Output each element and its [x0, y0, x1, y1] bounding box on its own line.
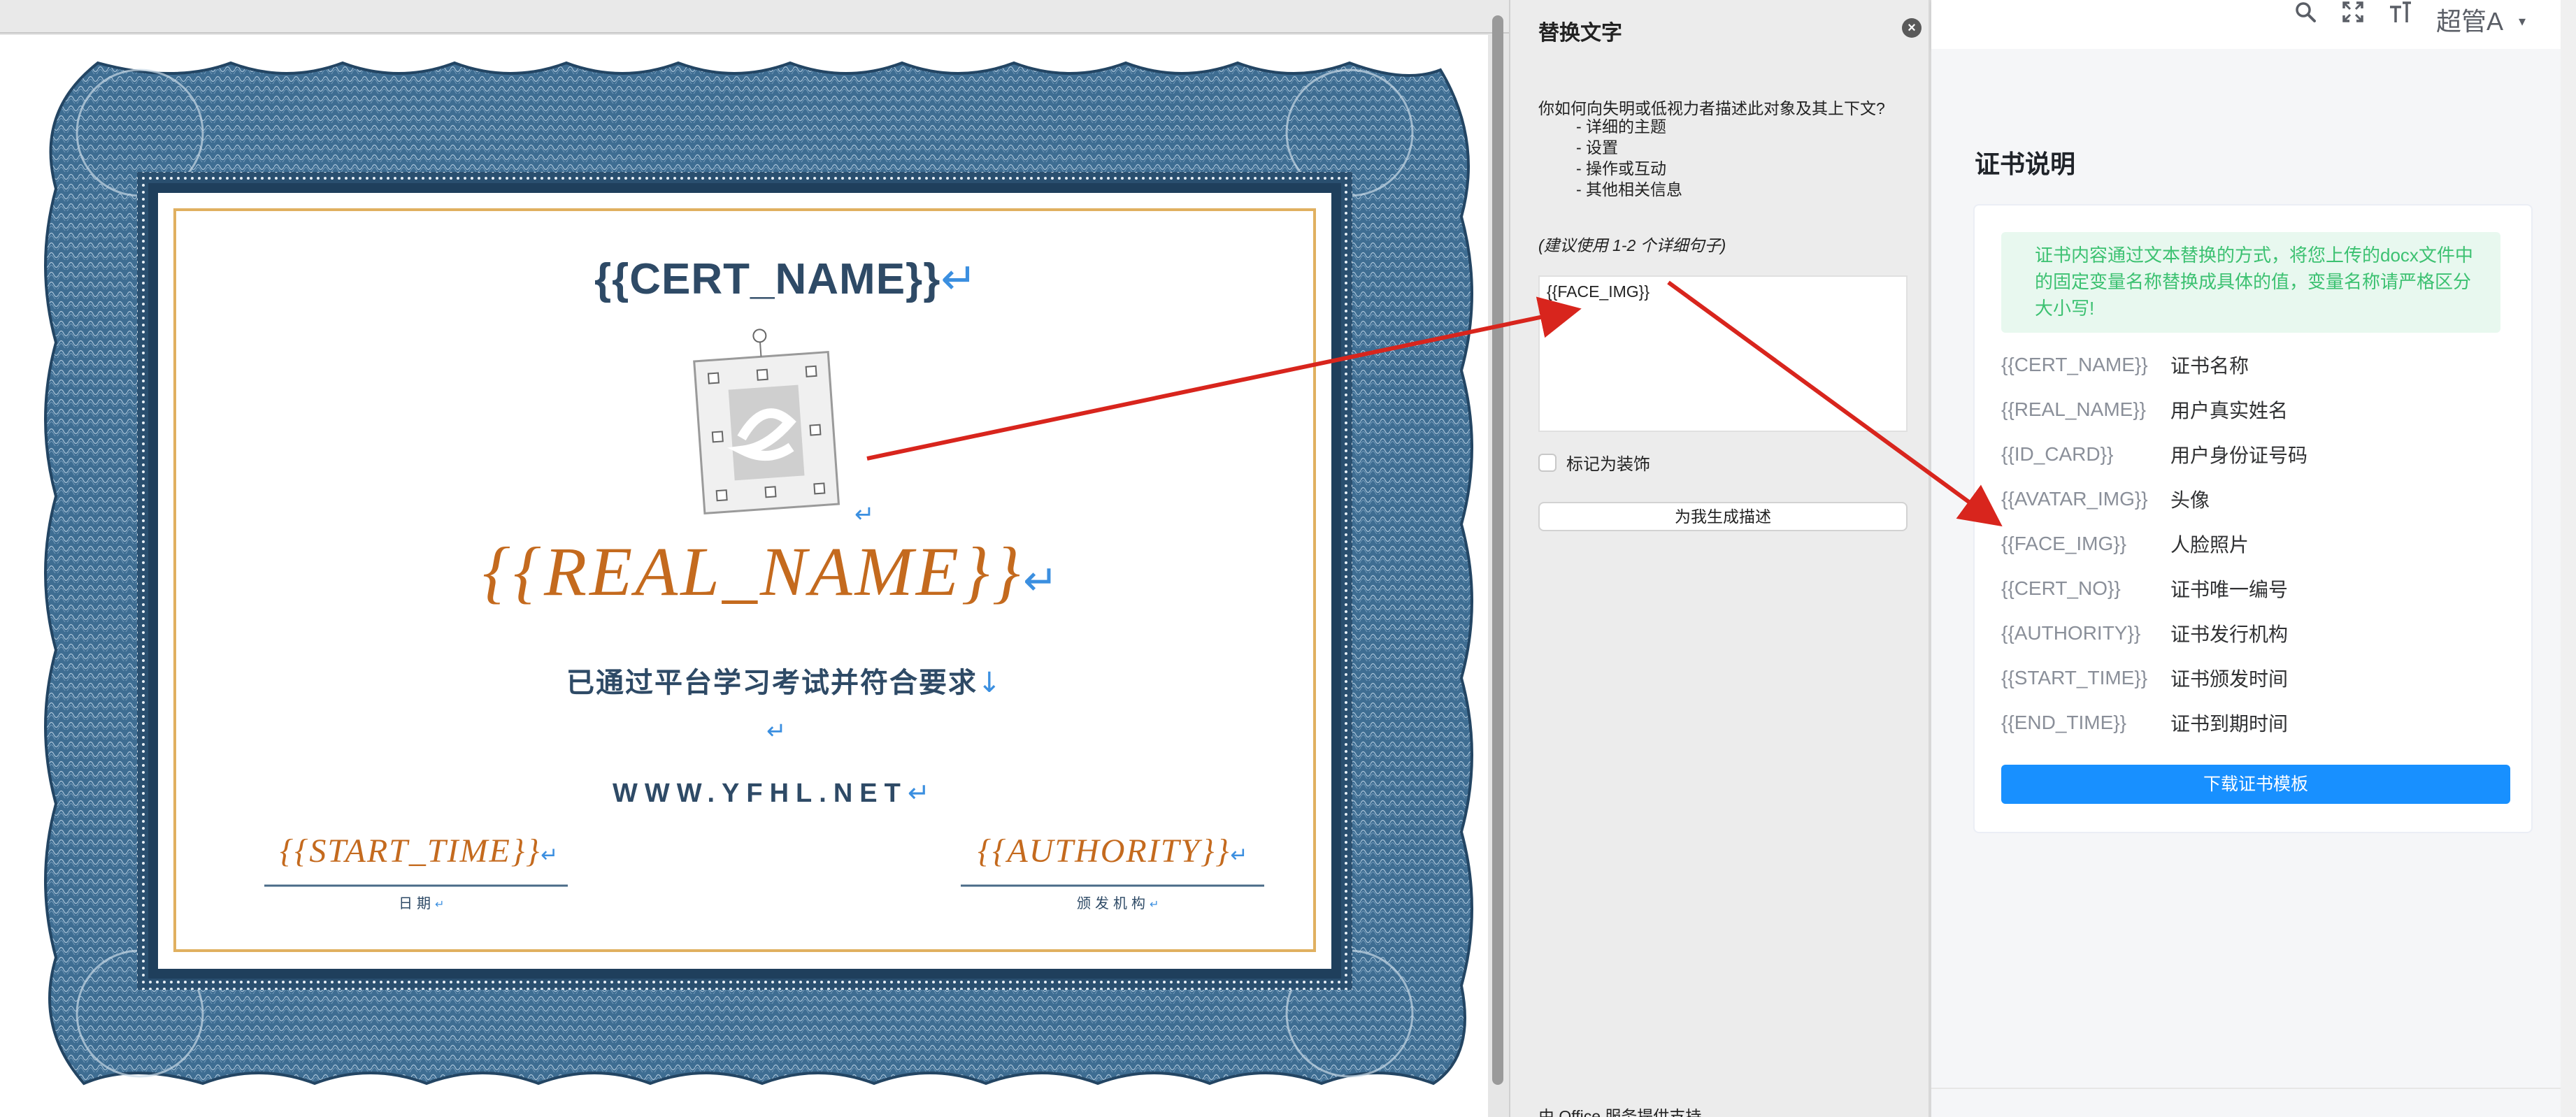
variable-row: {{END_TIME}} 证书到期时间: [2001, 700, 2307, 745]
admin-app: 超管A ▾ 证书说明 证书内容通过文本替换的方式，将您上传的docx文件中的固定…: [1931, 0, 2576, 1117]
variable-description: 用户身份证号码: [2170, 445, 2308, 466]
variable-name: {{AUTHORITY}}: [2001, 622, 2141, 644]
chevron-down-icon[interactable]: ▾: [2519, 13, 2526, 30]
certificate-title: {{CERT_NAME}}↵: [594, 253, 978, 304]
paragraph-mark: ↵: [1230, 843, 1250, 867]
alt-text-pane-title: 替换文字: [1538, 22, 1622, 45]
alt-text-guidance-list: - 详细的主题 - 设置 - 操作或互动 - 其他相关信息: [1576, 116, 1682, 200]
variable-row: {{CERT_NO}} 证书唯一编号: [2001, 566, 2307, 611]
mark-decorative-label[interactable]: 标记为装饰: [1566, 450, 1650, 475]
guidance-item: - 其他相关信息: [1576, 180, 1683, 199]
variable-name: {{FACE_IMG}}: [2001, 533, 2126, 554]
tags-bar: [1931, 49, 2576, 85]
variable-name: {{REAL_NAME}}: [2001, 398, 2147, 420]
app-header: 超管A ▾: [1931, 0, 2576, 49]
variable-name: {{ID_CARD}}: [2001, 443, 2114, 465]
variable-name: {{AVATAR_IMG}}: [2001, 488, 2148, 510]
variable-row: {{START_TIME}} 证书颁发时间: [2001, 656, 2307, 700]
guidance-item: - 详细的主题: [1576, 117, 1667, 136]
variable-name: {{START_TIME}}: [2001, 667, 2148, 689]
mark-decorative-checkbox[interactable]: [1538, 453, 1557, 472]
certificate-description: 已通过平台学习考试并符合要求↓: [566, 667, 1003, 699]
variable-name: {{CERT_NO}}: [2001, 577, 2121, 599]
app-footer-divider: [1931, 1088, 2576, 1089]
variable-description: 用户真实姓名: [2170, 400, 2289, 421]
variable-description: 人脸照片: [2170, 534, 2249, 556]
cert-info-card: 证书内容通过文本替换的方式，将您上传的docx文件中的固定变量名称替换成具体的值…: [1973, 204, 2533, 833]
authority-label: 颁发机构↵: [1077, 896, 1164, 911]
alt-text-footer: 由 Office 服务提供支持: [1538, 1107, 1702, 1117]
section-title: 证书说明: [1975, 150, 2076, 178]
variable-row: {{AVATAR_IMG}} 头像: [2001, 477, 2307, 521]
paragraph-mark: ↵: [1150, 898, 1164, 911]
alt-text-question: 你如何向失明或低视力者描述此对象及其上下文?: [1538, 99, 1885, 117]
variable-description: 证书颁发时间: [2170, 668, 2289, 690]
paragraph-mark: ↵: [1023, 556, 1061, 605]
certificate-website: WWW.YFHL.NET↵: [613, 777, 930, 808]
document-area: {{CERT_NAME}}↵ ↵ {{REAL_NAME}}↵ 已通过平台学习考…: [0, 0, 1509, 1117]
variable-row: {{ID_CARD}} 用户身份证号码: [2001, 432, 2307, 477]
paragraph-mark: ↵: [435, 898, 449, 911]
font-size-icon[interactable]: [2389, 0, 2412, 24]
user-menu[interactable]: 超管A: [2436, 1, 2503, 38]
certificate-recipient-name: {{REAL_NAME}}↵: [482, 533, 1061, 610]
search-icon[interactable]: [2294, 0, 2317, 24]
paragraph-mark: ↵: [766, 717, 787, 745]
mark-decorative-row: 标记为装饰: [1538, 450, 1650, 475]
paragraph-mark: ↵: [854, 500, 875, 528]
close-icon[interactable]: ×: [1902, 18, 1922, 38]
variable-description: 证书到期时间: [2170, 713, 2289, 735]
document-top-bar: [0, 0, 1509, 34]
paragraph-mark: ↵: [541, 843, 560, 867]
variable-description: 证书唯一编号: [2170, 579, 2289, 600]
variable-list: {{CERT_NAME}} 证书名称 {{REAL_NAME}} 用户真实姓名 …: [2001, 343, 2307, 745]
variable-description: 头像: [2170, 489, 2210, 511]
variable-row: {{CERT_NAME}} 证书名称: [2001, 343, 2307, 387]
alt-text-pane: 替换文字 × 你如何向失明或低视力者描述此对象及其上下文? - 详细的主题 - …: [1509, 0, 1930, 1117]
certificate-authority: {{AUTHORITY}}↵: [978, 833, 1250, 870]
variable-row: {{REAL_NAME}} 用户真实姓名: [2001, 387, 2307, 432]
download-template-button[interactable]: 下载证书模板: [2001, 765, 2510, 804]
variable-name: {{END_TIME}}: [2001, 712, 2126, 733]
alt-text-hint: (建议使用 1-2 个详细句子): [1538, 236, 1726, 254]
notice-alert: 证书内容通过文本替换的方式，将您上传的docx文件中的固定变量名称替换成具体的值…: [2001, 232, 2500, 333]
variable-description: 证书名称: [2170, 355, 2249, 377]
guidance-item: - 操作或互动: [1576, 159, 1667, 178]
date-label: 日期↵: [399, 896, 449, 911]
app-scrollbar[interactable]: [2561, 0, 2576, 1117]
generate-description-button[interactable]: 为我生成描述: [1538, 502, 1908, 531]
line-break-mark: ↓: [978, 667, 1003, 699]
certificate-start-time: {{START_TIME}}↵: [280, 833, 560, 870]
alt-text-input[interactable]: {{FACE_IMG}}: [1538, 275, 1908, 432]
variable-description: 证书发行机构: [2170, 624, 2289, 645]
variable-row: {{AUTHORITY}} 证书发行机构: [2001, 611, 2307, 656]
paragraph-mark: ↵: [907, 777, 930, 808]
variable-row: {{FACE_IMG}} 人脸照片: [2001, 521, 2307, 566]
document-scrollbar[interactable]: [1492, 15, 1503, 1085]
paragraph-mark: ↵: [940, 253, 978, 304]
guidance-item: - 设置: [1576, 138, 1619, 157]
variable-name: {{CERT_NAME}}: [2001, 354, 2148, 375]
fullscreen-icon[interactable]: [2341, 0, 2365, 24]
